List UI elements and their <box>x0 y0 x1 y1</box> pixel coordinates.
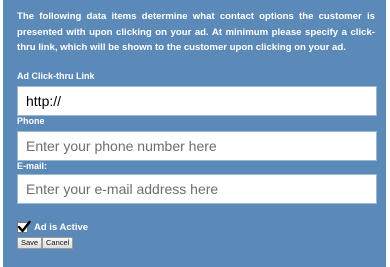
cancel-button[interactable]: Cancel <box>42 237 74 249</box>
checkmark-icon <box>17 220 31 232</box>
ad-active-label: Ad is Active <box>34 221 89 233</box>
phone-label: Phone <box>17 116 45 126</box>
email-label: E-mail: <box>17 161 48 171</box>
intro-text: The following data items determine what … <box>17 11 375 54</box>
ad-active-toggle[interactable]: Ad is Active <box>17 220 88 234</box>
ad-contact-options-panel: The following data items determine what … <box>3 0 386 267</box>
click-thru-link-label: Ad Click-thru Link <box>17 71 95 81</box>
save-button[interactable]: Save <box>17 237 43 249</box>
ad-active-checkbox[interactable] <box>17 220 31 233</box>
phone-input[interactable] <box>17 131 377 161</box>
email-input[interactable] <box>17 174 377 204</box>
click-thru-link-input[interactable] <box>17 86 377 116</box>
